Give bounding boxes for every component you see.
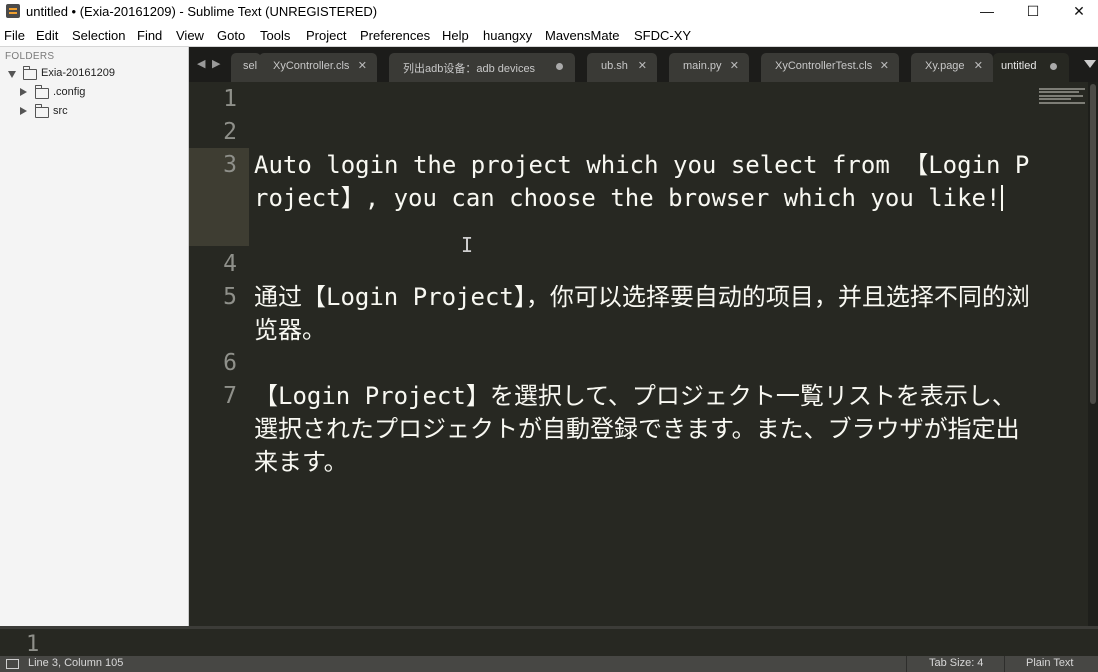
tab-label: main.py — [683, 60, 722, 72]
vertical-scrollbar[interactable] — [1088, 82, 1098, 626]
tab-label: XyControllerTest.cls — [775, 60, 873, 72]
tab-bar: ◀ ▶ sel XyController.cls ✕ 列出adb设备：adb d… — [189, 47, 1098, 82]
menu-bar: File Edit Selection Find View Goto Tools… — [0, 24, 1098, 47]
minimize-button[interactable]: — — [964, 0, 1010, 24]
tab-size-indicator[interactable]: Tab Size: 4 — [929, 657, 983, 669]
menu-sfdc-xy[interactable]: SFDC-XY — [634, 28, 691, 43]
folder-icon — [35, 85, 49, 99]
folder-root[interactable]: Exia-20161209 — [0, 65, 188, 83]
close-button[interactable]: ✕ — [1056, 0, 1098, 24]
tab-label: ub.sh — [601, 60, 628, 72]
tab-ub-sh[interactable]: ub.sh ✕ — [587, 53, 657, 82]
cursor-position: Line 3, Column 105 — [28, 657, 124, 669]
tab-label: sel — [243, 60, 258, 72]
menu-selection[interactable]: Selection — [72, 28, 125, 43]
menu-huangxy[interactable]: huangxy — [483, 28, 532, 43]
unsaved-dot-icon[interactable] — [556, 63, 563, 70]
menu-tools[interactable]: Tools — [260, 28, 290, 43]
tab-label: 列出adb设备：adb devices — [403, 63, 536, 75]
sidebar: FOLDERS Exia-20161209 .config src — [0, 47, 189, 626]
minimap-line — [1039, 95, 1083, 97]
maximize-button[interactable]: ☐ — [1010, 0, 1056, 24]
menu-mavensmate[interactable]: MavensMate — [545, 28, 619, 43]
status-bar: Line 3, Column 105 Tab Size: 4 Plain Tex… — [0, 656, 1098, 672]
menu-view[interactable]: View — [176, 28, 204, 43]
tab-xycontrollertest-cls[interactable]: XyControllerTest.cls ✕ — [761, 53, 899, 82]
menu-find[interactable]: Find — [137, 28, 162, 43]
tab-scroll-left-icon[interactable]: ◀ — [197, 57, 205, 70]
line-number: 5 — [223, 284, 237, 310]
tab-label: untitled — [1001, 60, 1037, 72]
line-number: 6 — [223, 350, 237, 376]
folder-icon — [35, 104, 49, 118]
code-line-5[interactable]: 通过【Login Project】，你可以选择要自动的项目，并且选择不同的浏览器… — [254, 281, 1034, 347]
close-icon[interactable]: ✕ — [638, 59, 647, 72]
text-caret — [1001, 185, 1004, 211]
status-divider — [1004, 656, 1005, 672]
tab-overflow-chevron-icon[interactable] — [1084, 60, 1096, 68]
tab-xycontroller-cls[interactable]: XyController.cls ✕ — [259, 53, 377, 82]
menu-goto[interactable]: Goto — [217, 28, 245, 43]
menu-edit[interactable]: Edit — [36, 28, 58, 43]
minimap-line — [1039, 88, 1085, 90]
folder-open-icon — [23, 66, 37, 80]
console-line-number: 1 — [26, 632, 40, 657]
tab-main-py[interactable]: main.py ✕ — [669, 53, 749, 82]
scrollbar-thumb[interactable] — [1090, 84, 1096, 404]
chevron-right-icon[interactable] — [20, 107, 27, 115]
folder-src-label: src — [53, 105, 68, 117]
menu-preferences[interactable]: Preferences — [360, 28, 430, 43]
folder-config[interactable]: .config — [0, 84, 188, 102]
tab-sel[interactable]: sel — [231, 53, 261, 82]
line-number: 3 — [223, 152, 237, 178]
folder-config-label: .config — [53, 86, 86, 98]
folders-header: FOLDERS — [5, 51, 55, 62]
tab-label: XyController.cls — [273, 60, 350, 72]
sublime-app-icon — [6, 4, 20, 18]
chevron-down-icon[interactable] — [8, 71, 16, 78]
title-bar: untitled • (Exia-20161209) - Sublime Tex… — [0, 0, 1098, 24]
minimap-line — [1039, 98, 1071, 100]
console-panel[interactable]: 1 — [0, 626, 1098, 657]
menu-file[interactable]: File — [4, 28, 25, 43]
code-line-7[interactable]: 【Login Project】を選択して、プロジェクト一覧リストを表示し、選択さ… — [254, 380, 1034, 479]
line-number: 4 — [223, 251, 237, 277]
minimap-line — [1039, 102, 1085, 104]
menu-project[interactable]: Project — [306, 28, 346, 43]
folder-root-label: Exia-20161209 — [41, 67, 116, 79]
line-number: 7 — [223, 383, 237, 409]
line-number: 1 — [223, 86, 237, 112]
chevron-right-icon[interactable] — [20, 88, 27, 96]
tab-untitled[interactable]: untitled — [993, 53, 1069, 82]
menu-help[interactable]: Help — [442, 28, 469, 43]
folder-src[interactable]: src — [0, 103, 188, 121]
close-icon[interactable]: ✕ — [880, 59, 889, 72]
tab-label: Xy.page — [925, 60, 965, 72]
tab-adb-devices[interactable]: 列出adb设备：adb devices — [389, 53, 575, 82]
close-icon[interactable]: ✕ — [730, 59, 739, 72]
unsaved-dot-icon[interactable] — [1050, 63, 1057, 70]
panel-toggle-icon[interactable] — [6, 659, 19, 669]
mouse-ibeam-cursor-icon: I — [461, 233, 474, 257]
line-number: 2 — [223, 119, 237, 145]
close-icon[interactable]: ✕ — [974, 59, 983, 72]
minimap-line — [1039, 91, 1079, 93]
code-line-3-text: Auto login the project which you select … — [254, 151, 1030, 212]
code-line-3[interactable]: Auto login the project which you select … — [254, 149, 1034, 215]
syntax-indicator[interactable]: Plain Text — [1026, 657, 1074, 669]
editor-pane[interactable]: 1 2 3 4 5 6 7 Auto login the project whi… — [189, 82, 1087, 626]
close-icon[interactable]: ✕ — [358, 59, 367, 72]
minimap[interactable] — [1037, 82, 1087, 626]
tab-xy-page[interactable]: Xy.page ✕ — [911, 53, 993, 82]
status-divider — [906, 656, 907, 672]
window-title: untitled • (Exia-20161209) - Sublime Tex… — [26, 4, 378, 19]
tab-scroll-right-icon[interactable]: ▶ — [212, 57, 220, 70]
